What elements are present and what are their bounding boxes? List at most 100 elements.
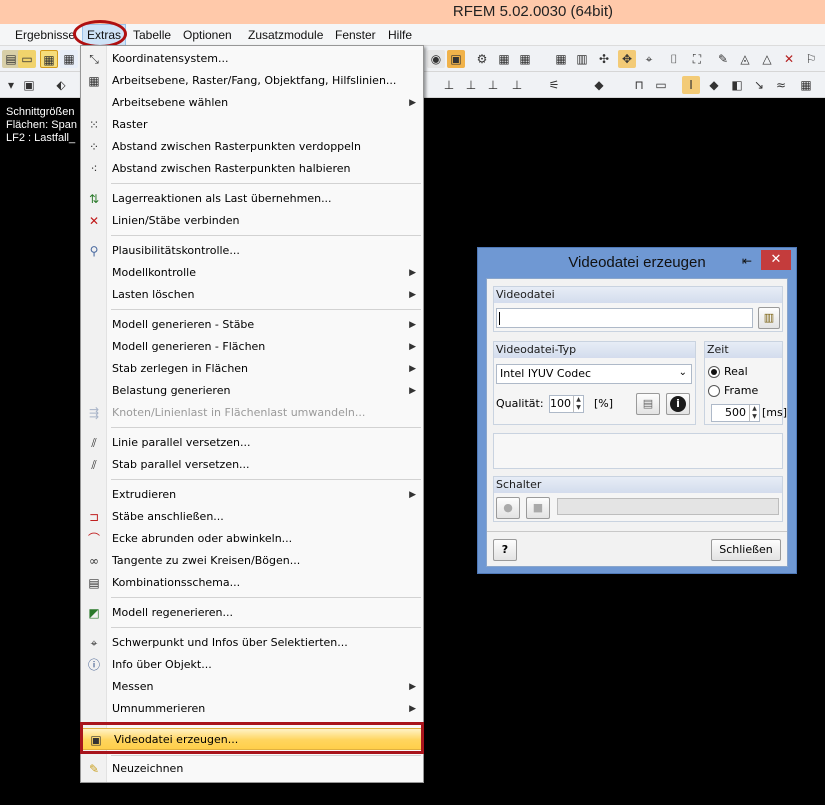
axis-z-icon[interactable]: ⊥: [484, 76, 502, 94]
lines-icon[interactable]: ⌖: [640, 50, 658, 68]
table-icon[interactable]: ▦: [60, 50, 78, 68]
axis-x-icon[interactable]: ⊥: [440, 76, 458, 94]
mirror-icon[interactable]: ◬: [736, 50, 754, 68]
cube-icon[interactable]: ◧: [728, 76, 746, 94]
menu-item-arbeitsebene-waehlen[interactable]: Arbeitsebene wählen ▶: [81, 92, 423, 114]
color-icon[interactable]: ◆: [590, 76, 608, 94]
coordinate-system-icon: ⤡: [89, 52, 99, 66]
menu-item-extrudieren[interactable]: Extrudieren ▶: [81, 484, 423, 506]
pin-icon[interactable]: ⇤: [738, 252, 756, 270]
menu-item-schwerpunkt[interactable]: ⌖ Schwerpunkt und Infos über Selektierte…: [81, 632, 423, 654]
menu-fenster[interactable]: Fenster: [335, 24, 376, 46]
section-icon[interactable]: I: [682, 76, 700, 94]
stop-icon[interactable]: ■: [526, 497, 550, 519]
tag-icon[interactable]: ⬖: [52, 76, 70, 94]
delete-icon[interactable]: ✕: [780, 50, 798, 68]
progress-bar: [557, 498, 779, 515]
menu-item-modellkontrolle[interactable]: Modellkontrolle ▶: [81, 262, 423, 284]
menu-item-modell-regenerieren[interactable]: ◩ Modell regenerieren...: [81, 602, 423, 624]
grid2-icon[interactable]: ▦: [797, 76, 815, 94]
panel-line-3: LF2 : Lastfall_: [6, 132, 76, 144]
radio-real[interactable]: [708, 366, 720, 378]
surface-icon[interactable]: ⛶: [688, 50, 706, 68]
menu-separator: [111, 235, 421, 236]
menu-item-raster-verdoppeln[interactable]: ⁘ Abstand zwischen Rasterpunkten verdopp…: [81, 136, 423, 158]
quality-input[interactable]: 100 ▲ ▼: [549, 395, 584, 413]
menu-item-koordinatensystem[interactable]: ⤡ Koordinatensystem...: [81, 48, 423, 70]
menu-item-staebe-anschliessen[interactable]: ⊐ Stäbe anschließen...: [81, 506, 423, 528]
panel-line-1: Schnittgrößen: [6, 106, 75, 118]
close-icon[interactable]: ✕: [761, 250, 791, 270]
ms-input[interactable]: 500 ▲ ▼: [711, 404, 760, 422]
check-icon: ⚲: [89, 244, 99, 258]
browse-folder-icon[interactable]: ▥: [758, 307, 780, 329]
menu-item-info-objekt[interactable]: ⓘ Info über Objekt...: [81, 654, 423, 676]
view-icon[interactable]: ◉: [427, 50, 445, 68]
menu-item-arbeitsebene-raster[interactable]: ▦ Arbeitsebene, Raster/Fang, Objektfang,…: [81, 70, 423, 92]
node-icon[interactable]: ✣: [595, 50, 613, 68]
menu-item-raster[interactable]: ⁙ Raster: [81, 114, 423, 136]
menu-item-kombinationsschema[interactable]: ▤ Kombinationsschema...: [81, 572, 423, 594]
axis-y-icon[interactable]: ⊥: [462, 76, 480, 94]
connect-members-icon: ⊐: [88, 510, 100, 524]
folder-icon[interactable]: ▭: [18, 50, 36, 68]
menu-item-generieren-flaechen[interactable]: Modell generieren - Flächen ▶: [81, 336, 423, 358]
menu-item-umnummerieren[interactable]: Umnummerieren ▶: [81, 698, 423, 720]
radio-frame[interactable]: [708, 385, 720, 397]
menu-item-stab-versetzen[interactable]: ⫽ Stab parallel versetzen...: [81, 454, 423, 476]
spin-arrows-icon[interactable]: ▲ ▼: [573, 396, 583, 412]
menu-hilfe[interactable]: Hilfe: [388, 24, 412, 46]
display-icon[interactable]: ▣: [20, 76, 38, 94]
menu-item-plausibilitaet[interactable]: ⚲ Plausibilitätskontrolle...: [81, 240, 423, 262]
codec-select[interactable]: Intel IYUV Codec ⌄: [496, 364, 692, 384]
menu-item-raster-halbieren[interactable]: ⁖ Abstand zwischen Rasterpunkten halbier…: [81, 158, 423, 180]
menu-tabelle[interactable]: Tabelle: [133, 24, 171, 46]
schliessen-button[interactable]: Schließen: [711, 539, 781, 561]
menu-ergebnisse[interactable]: Ergebnisse: [15, 24, 75, 46]
load-icon[interactable]: ↘: [750, 76, 768, 94]
result-icon[interactable]: ≈: [772, 76, 790, 94]
table-view-icon[interactable]: ▦: [40, 50, 58, 68]
toolbar2-button-icon[interactable]: ▾: [2, 76, 20, 94]
menu-item-ecke-abrunden[interactable]: ⌒ Ecke abrunden oder abwinkeln...: [81, 528, 423, 550]
model2-icon[interactable]: ▦: [516, 50, 534, 68]
zeit-group: Zeit Real Frame 500 ▲ ▼ [ms]: [704, 341, 787, 425]
rotate-icon[interactable]: ✎: [714, 50, 732, 68]
solid-icon[interactable]: ◆: [705, 76, 723, 94]
axis-minus-y-icon[interactable]: ⊥: [508, 76, 526, 94]
menu-item-belastung-generieren[interactable]: Belastung generieren ▶: [81, 380, 423, 402]
submenu-arrow-icon: ▶: [409, 98, 416, 108]
snap-icon[interactable]: ✥: [618, 50, 636, 68]
menu-separator: [111, 479, 421, 480]
triangle-icon[interactable]: △: [758, 50, 776, 68]
plate-icon[interactable]: ▭: [652, 76, 670, 94]
menu-optionen[interactable]: Optionen: [183, 24, 232, 46]
menu-item-lagerreaktionen[interactable]: ⇅ Lagerreaktionen als Last übernehmen...: [81, 188, 423, 210]
menu-item-linien-verbinden[interactable]: ✕ Linien/Stäbe verbinden: [81, 210, 423, 232]
menu-item-stab-zerlegen[interactable]: Stab zerlegen in Flächen ▶: [81, 358, 423, 380]
menu-zusatzmodule[interactable]: Zusatzmodule: [248, 24, 323, 46]
text-cursor: [499, 312, 500, 325]
menu-item-messen[interactable]: Messen ▶: [81, 676, 423, 698]
format-icon[interactable]: ▣: [447, 50, 465, 68]
spin-arrows-icon[interactable]: ▲ ▼: [749, 405, 759, 421]
menu-item-generieren-staebe[interactable]: Modell generieren - Stäbe ▶: [81, 314, 423, 336]
beam-icon[interactable]: ⊓: [630, 76, 648, 94]
videodatei-path-input[interactable]: [496, 308, 753, 328]
grid-icon: ⁙: [88, 118, 100, 132]
extra-icon[interactable]: ⚐: [802, 50, 820, 68]
codec-settings-icon[interactable]: ▤: [636, 393, 660, 415]
codec-info-icon[interactable]: i: [666, 393, 690, 415]
members-icon[interactable]: ⌷: [665, 50, 683, 68]
model-icon[interactable]: ▦: [495, 50, 513, 68]
measure-icon[interactable]: ⚟: [545, 76, 563, 94]
menu-item-tangente[interactable]: ∞ Tangente zu zwei Kreisen/Bögen...: [81, 550, 423, 572]
render-icon[interactable]: ⚙: [473, 50, 491, 68]
help-icon[interactable]: ?: [493, 539, 517, 561]
frame-icon[interactable]: ▥: [573, 50, 591, 68]
menu-item-neuzeichnen[interactable]: ✎ Neuzeichnen: [81, 758, 423, 780]
record-icon[interactable]: ●: [496, 497, 520, 519]
menu-item-linie-versetzen[interactable]: ⫽ Linie parallel versetzen...: [81, 432, 423, 454]
menu-item-lasten-loeschen[interactable]: Lasten löschen ▶: [81, 284, 423, 306]
grid-view-icon[interactable]: ▦: [552, 50, 570, 68]
